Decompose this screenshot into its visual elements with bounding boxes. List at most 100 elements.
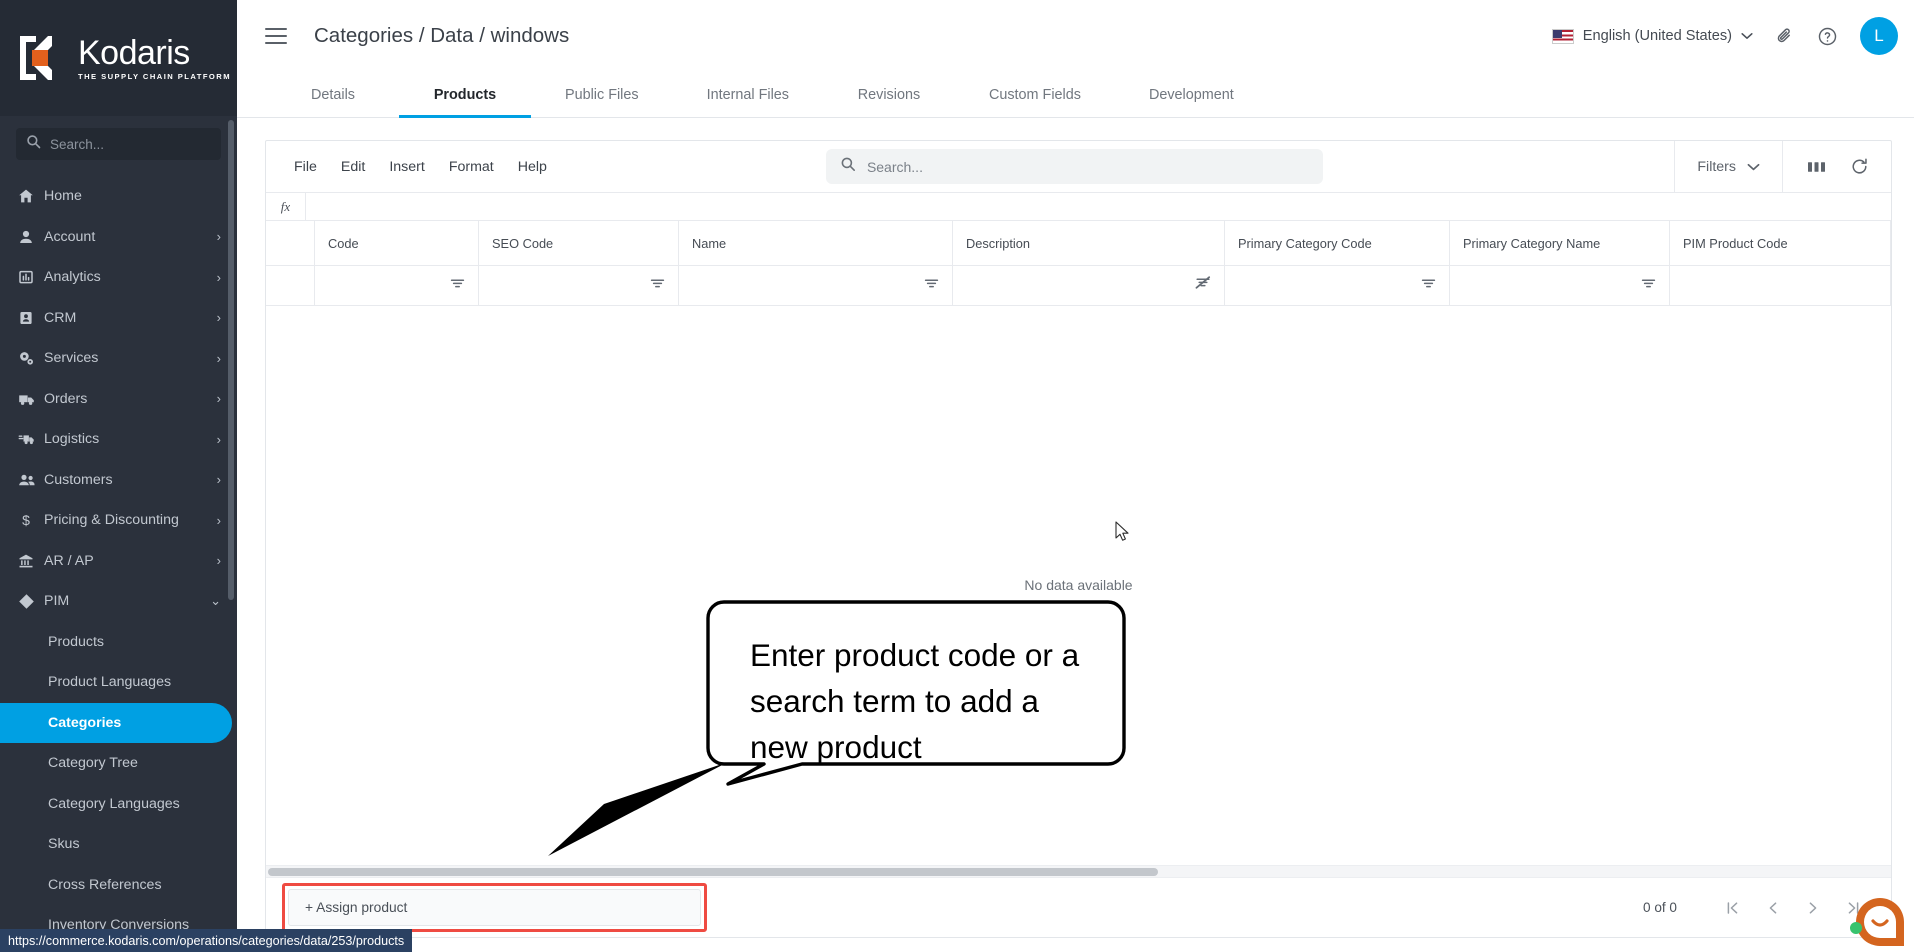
- tab-revisions[interactable]: Revisions: [823, 72, 955, 117]
- sidebar-item-label: Category Languages: [48, 795, 180, 812]
- sidebar-item-category-tree[interactable]: Category Tree: [0, 743, 237, 784]
- filter-icon: [1641, 277, 1656, 295]
- filter-pim-product-code[interactable]: [1670, 266, 1891, 306]
- filter-seo-code[interactable]: [479, 266, 679, 306]
- sidebar-item-skus[interactable]: Skus: [0, 824, 237, 865]
- prev-page-icon[interactable]: [1753, 888, 1793, 928]
- fx-label: fx: [266, 192, 306, 221]
- language-label: English (United States): [1582, 28, 1732, 44]
- refresh-icon[interactable]: [1850, 157, 1869, 176]
- chevron-right-icon: ›: [216, 269, 221, 285]
- grid-search-input[interactable]: [866, 158, 1309, 175]
- sidebar-item-label: Orders: [44, 390, 88, 407]
- chevron-right-icon: ›: [216, 229, 221, 245]
- filter-primary-category-name[interactable]: [1450, 266, 1670, 306]
- menu-insert[interactable]: Insert: [377, 155, 436, 179]
- sidebar-item-pricing-discounting[interactable]: $ Pricing & Discounting ›: [0, 500, 237, 541]
- sidebar-item-products[interactable]: Products: [0, 622, 237, 663]
- sidebar-item-cross-references[interactable]: Cross References: [0, 865, 237, 906]
- chevron-right-icon: ›: [216, 310, 221, 326]
- tab-label: Revisions: [857, 86, 921, 103]
- tab-details[interactable]: Details: [267, 72, 399, 117]
- assign-product-button[interactable]: + Assign product: [288, 889, 701, 926]
- app-root: Kodaris THE SUPPLY CHAIN PLATFORM Home: [0, 0, 1914, 952]
- grid-header-code[interactable]: Code: [315, 221, 479, 266]
- filter-name[interactable]: [679, 266, 953, 306]
- menu-toggle-icon[interactable]: [265, 28, 287, 44]
- chat-bubble-icon: [1856, 898, 1904, 946]
- tab-development[interactable]: Development: [1115, 72, 1268, 117]
- avatar[interactable]: L: [1860, 17, 1898, 55]
- pagination: 0 of 0: [1643, 888, 1873, 928]
- logo[interactable]: Kodaris THE SUPPLY CHAIN PLATFORM: [0, 0, 237, 116]
- sidebar-item-categories[interactable]: Categories: [0, 702, 232, 743]
- contact-card-icon: [18, 310, 44, 326]
- main-area: Categories / Data / windows English (Uni…: [237, 0, 1914, 952]
- sidebar-item-product-languages[interactable]: Product Languages: [0, 662, 237, 703]
- filter-code[interactable]: [315, 266, 479, 306]
- sidebar-item-pim[interactable]: PIM ⌄: [0, 581, 237, 622]
- sidebar-item-label: Account: [44, 228, 96, 245]
- sidebar-nav: Home Account › Analytics › CRM › Service…: [0, 168, 237, 946]
- language-selector[interactable]: English (United States): [1551, 28, 1753, 44]
- grid-header-name[interactable]: Name: [679, 221, 953, 266]
- chevron-right-icon: ›: [216, 472, 221, 488]
- sidebar-item-customers[interactable]: Customers ›: [0, 460, 237, 501]
- grid-header-rownum: [266, 221, 315, 266]
- grid-header-pim-product-code[interactable]: PIM Product Code: [1670, 221, 1891, 266]
- first-page-icon[interactable]: [1713, 888, 1753, 928]
- sidebar-item-account[interactable]: Account ›: [0, 217, 237, 258]
- kodaris-logo-icon: [18, 34, 66, 82]
- menu-help[interactable]: Help: [506, 155, 559, 179]
- tab-custom-fields[interactable]: Custom Fields: [955, 72, 1115, 117]
- bank-icon: [18, 553, 44, 569]
- gears-icon: [18, 350, 44, 367]
- menu-format[interactable]: Format: [437, 155, 506, 179]
- tab-bar: Details Products Public Files Internal F…: [237, 72, 1914, 118]
- sidebar-item-home[interactable]: Home: [0, 176, 237, 217]
- grid-toolbar-right: Filters: [1674, 141, 1891, 193]
- help-circle-icon[interactable]: [1817, 26, 1838, 47]
- filters-button[interactable]: Filters: [1674, 141, 1782, 193]
- grid-header-primary-category-code[interactable]: Primary Category Code: [1225, 221, 1450, 266]
- sidebar-item-orders[interactable]: Orders ›: [0, 379, 237, 420]
- tab-label: Details: [311, 86, 355, 103]
- tab-internal-files[interactable]: Internal Files: [673, 72, 823, 117]
- sidebar-item-crm[interactable]: CRM ›: [0, 298, 237, 339]
- tab-label: Public Files: [565, 86, 639, 103]
- sidebar-item-category-languages[interactable]: Category Languages: [0, 784, 237, 825]
- sidebar-item-label: Analytics: [44, 269, 101, 286]
- next-page-icon[interactable]: [1793, 888, 1833, 928]
- sidebar-item-label: Category Tree: [48, 755, 138, 772]
- sidebar-scrollbar[interactable]: [228, 120, 234, 600]
- online-status-dot: [1850, 922, 1862, 934]
- menu-edit[interactable]: Edit: [329, 155, 377, 179]
- columns-icon[interactable]: [1807, 159, 1826, 175]
- grid-search[interactable]: [825, 149, 1323, 184]
- grid-empty-message: No data available: [1024, 577, 1133, 593]
- topbar-actions: English (United States) L: [1551, 17, 1898, 55]
- sidebar-item-services[interactable]: Services ›: [0, 338, 237, 379]
- logo-tagline: THE SUPPLY CHAIN PLATFORM: [78, 71, 231, 81]
- chat-widget-button[interactable]: [1850, 896, 1906, 948]
- tab-products[interactable]: Products: [399, 72, 531, 118]
- paperclip-icon[interactable]: [1775, 26, 1795, 46]
- sidebar-search-input[interactable]: [50, 136, 211, 152]
- status-bar-url: https://commerce.kodaris.com/operations/…: [0, 929, 413, 952]
- sidebar-search[interactable]: [16, 128, 221, 160]
- sidebar-item-logistics[interactable]: Logistics ›: [0, 419, 237, 460]
- grid-scroll-thumb[interactable]: [268, 868, 1158, 876]
- chevron-right-icon: ›: [216, 512, 221, 528]
- grid-horizontal-scrollbar[interactable]: [266, 865, 1891, 877]
- grid-header-seo-code[interactable]: SEO Code: [479, 221, 679, 266]
- sidebar-item-analytics[interactable]: Analytics ›: [0, 257, 237, 298]
- grid-header-description[interactable]: Description: [953, 221, 1225, 266]
- tab-public-files[interactable]: Public Files: [531, 72, 673, 117]
- sidebar-item-ar-ap[interactable]: AR / AP ›: [0, 541, 237, 582]
- chevron-right-icon: ›: [216, 553, 221, 569]
- filter-primary-category-code[interactable]: [1225, 266, 1450, 306]
- menu-file[interactable]: File: [282, 155, 329, 179]
- grid-header-primary-category-name[interactable]: Primary Category Name: [1450, 221, 1670, 266]
- svg-text:$: $: [22, 512, 30, 528]
- filter-description[interactable]: [953, 266, 1225, 306]
